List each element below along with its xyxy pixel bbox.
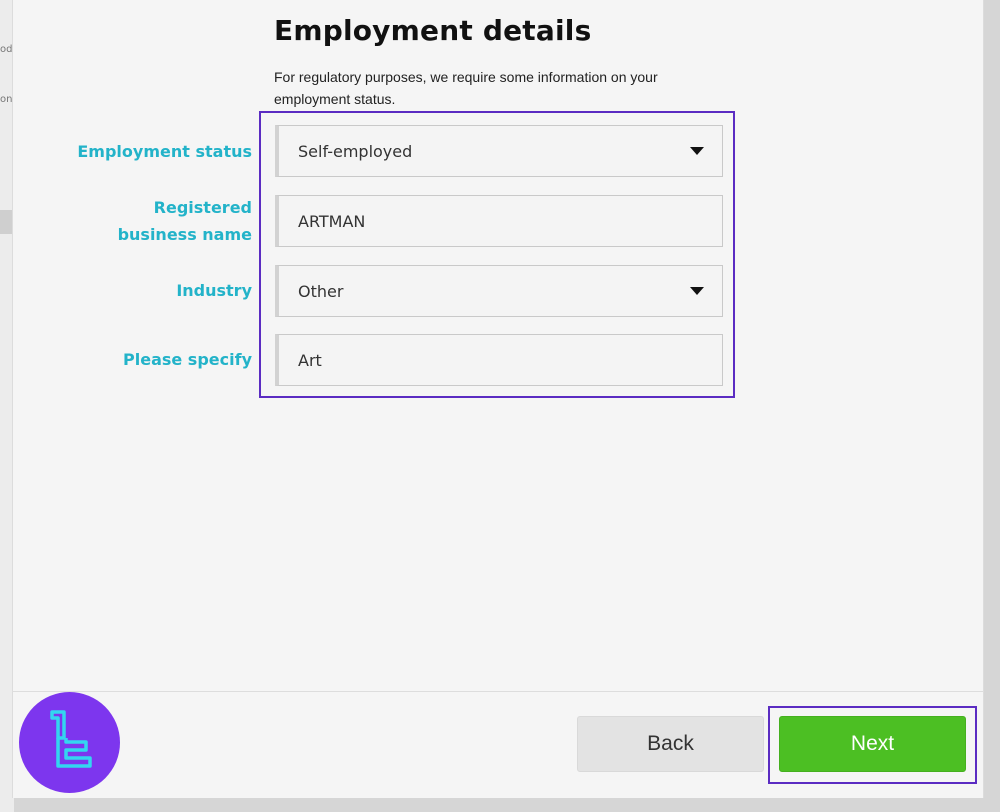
page-title: Employment details [274,14,592,47]
next-button[interactable]: Next [779,716,966,772]
brand-logo-icon [19,692,120,793]
business-name-value: ARTMAN [298,211,366,231]
employment-status-select[interactable]: Self-employed [275,125,723,177]
brand-logo-mark [49,709,92,768]
background-text-fragment: od [0,44,13,55]
please-specify-label: Please specify [123,350,252,369]
industry-value: Other [298,281,344,301]
industry-select[interactable]: Other [275,265,723,317]
business-name-input[interactable]: ARTMAN [275,195,723,247]
employment-status-value: Self-employed [298,141,413,161]
footer-divider [12,691,984,692]
back-button[interactable]: Back [577,716,764,772]
please-specify-input[interactable]: Art [275,334,723,386]
please-specify-value: Art [298,350,322,370]
employment-status-label: Employment status [77,142,252,161]
business-name-label: Registered business name [117,198,252,244]
caret-down-icon[interactable] [690,287,704,295]
caret-down-icon[interactable] [690,147,704,155]
industry-label: Industry [176,281,252,300]
page-subtitle: For regulatory purposes, we require some… [274,69,658,107]
